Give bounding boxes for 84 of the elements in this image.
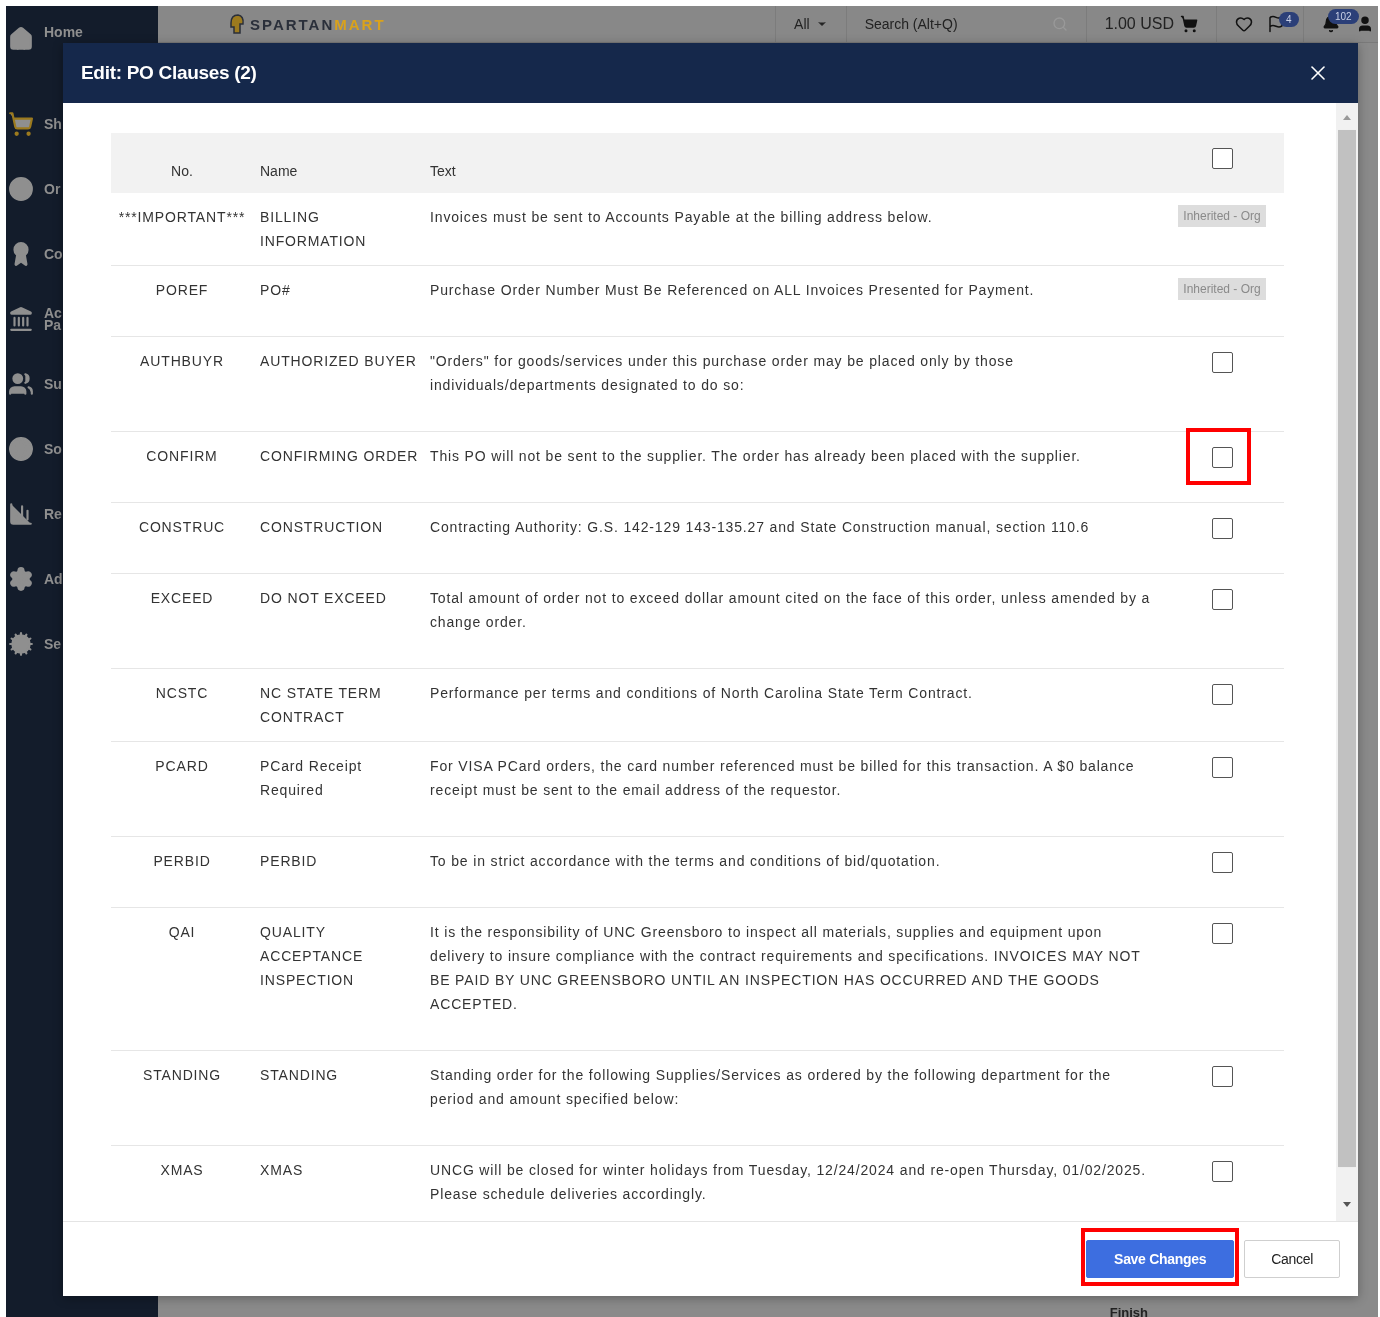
- clause-number: CONSTRUC: [138, 519, 226, 535]
- clause-number: NCSTC: [155, 685, 209, 701]
- sidebar-label[interactable]: Or: [44, 182, 61, 195]
- cart-total: 1.00 USD: [1104, 15, 1174, 33]
- clause-number: ***IMPORTANT***: [118, 209, 246, 225]
- bank-icon[interactable]: [8, 305, 34, 332]
- inherited-tag: Inherited - Org: [1178, 205, 1266, 227]
- inherited-tag: Inherited - Org: [1178, 278, 1266, 300]
- clause-number: PCARD: [155, 758, 209, 774]
- sidebar-label[interactable]: So: [44, 442, 62, 455]
- clause-number: XMAS: [160, 1162, 204, 1178]
- clause-checkbox[interactable]: [1211, 518, 1233, 539]
- home-icon[interactable]: [8, 26, 34, 52]
- clause-name: CONSTRUCTION: [260, 519, 383, 535]
- clause-text: Total amount of order not to exceed dollar amount cited on the face of this order, unless amended by a change order.: [430, 590, 1151, 630]
- clause-text: This PO will not be sent to the supplier. The order has already been placed with the supplier.: [430, 448, 1081, 464]
- select-all-checkbox[interactable]: [1211, 148, 1233, 169]
- sidebar-label[interactable]: Ac Pa: [44, 306, 62, 331]
- clause-checkbox[interactable]: [1211, 923, 1233, 944]
- clause-name: XMAS: [260, 1162, 304, 1178]
- clause-name: BILLING INFORMATION: [260, 209, 367, 249]
- step-label: Finish: [1109, 1307, 1148, 1317]
- sidebar-label[interactable]: Sh: [44, 117, 62, 130]
- cog-icon[interactable]: [8, 630, 34, 657]
- search-field[interactable]: Search (Alt+Q): [864, 16, 958, 32]
- save-button[interactable]: Save Changes: [1086, 1240, 1235, 1278]
- flag-icon[interactable]: [1267, 15, 1285, 33]
- clause-name: PERBID: [260, 853, 318, 869]
- clause-number: QAI: [168, 924, 196, 940]
- sidebar-label[interactable]: Se: [44, 637, 62, 650]
- clause-name: AUTHORIZED BUYER: [260, 353, 417, 369]
- clause-number: EXCEED: [150, 590, 214, 606]
- users-icon[interactable]: [8, 370, 34, 397]
- scrollbar[interactable]: [1336, 103, 1358, 1221]
- cart-icon[interactable]: [1180, 15, 1198, 33]
- clause-text: For VISA PCard orders, the card number referenced must be billed for this transaction. A $0 balance receipt must be sent to the email address of the requestor.: [430, 758, 1135, 798]
- clause-text: Standing order for the following Supplies/Services as ordered by the following department for the period and amount specified below:: [430, 1067, 1111, 1107]
- clause-number: POREF: [155, 282, 209, 298]
- clause-checkbox[interactable]: [1211, 447, 1233, 468]
- clause-text: Contracting Authority: G.S. 142-129 143-135.27 and State Construction manual, section 110.6: [430, 519, 1090, 535]
- clause-name: CONFIRMING ORDER: [260, 448, 419, 464]
- clause-name: PCard Receipt Required: [260, 758, 363, 798]
- sidebar-label[interactable]: Su: [44, 377, 62, 390]
- cancel-button[interactable]: Cancel: [1244, 1240, 1340, 1278]
- clause-text: "Orders" for goods/services under this purchase order may be placed only by those individuals/departments designated to do so:: [430, 353, 1014, 393]
- clause-checkbox[interactable]: [1211, 352, 1233, 373]
- clause-text: UNCG will be closed for winter holidays from Tuesday, 12/24/2024 and re-open Thursday, 01/02/2025. Please schedule deliveries accordingly.: [430, 1162, 1146, 1202]
- clause-text: Invoices must be sent to Accounts Payable at the billing address below.: [430, 209, 933, 225]
- clause-name: QUALITY ACCEPTANCE INSPECTION: [260, 924, 364, 988]
- user-icon[interactable]: [1356, 15, 1374, 33]
- sidebar-label[interactable]: Re: [44, 507, 62, 520]
- heart-icon[interactable]: [1235, 15, 1253, 33]
- notification-badge: 4: [1279, 12, 1299, 27]
- clause-number: AUTHBUYR: [140, 353, 224, 369]
- column-header: Name: [260, 163, 298, 179]
- clause-number: PERBID: [153, 853, 211, 869]
- clause-checkbox[interactable]: [1211, 589, 1233, 610]
- gear-icon[interactable]: [8, 565, 34, 592]
- sidebar-label[interactable]: Co: [44, 247, 63, 260]
- column-header: No.: [171, 163, 193, 179]
- clause-text: Performance per terms and conditions of North Carolina State Term Contract.: [430, 685, 973, 701]
- clause-checkbox[interactable]: [1211, 1066, 1233, 1087]
- clause-number: CONFIRM: [146, 448, 218, 464]
- clause-name: NC STATE TERM CONTRACT: [260, 685, 382, 725]
- clause-text: Purchase Order Number Must Be Referenced on ALL Invoices Presented for Payment.: [430, 282, 1035, 298]
- clause-checkbox[interactable]: [1211, 1161, 1233, 1182]
- clause-number: STANDING: [142, 1067, 222, 1083]
- clause-name: PO#: [260, 282, 291, 298]
- clause-checkbox[interactable]: [1211, 684, 1233, 705]
- cart-icon[interactable]: [8, 110, 34, 137]
- dialog-title: Edit: PO Clauses (2): [81, 62, 257, 84]
- column-header: Text: [430, 163, 456, 179]
- clause-checkbox[interactable]: [1211, 852, 1233, 873]
- helmet-icon: [228, 13, 246, 35]
- clause-name: DO NOT EXCEED: [260, 590, 387, 606]
- clause-text: To be in strict accordance with the terms and conditions of bid/quotation.: [430, 853, 941, 869]
- sidebar-label[interactable]: Ad: [44, 572, 63, 585]
- clause-name: STANDING: [260, 1067, 339, 1083]
- logo-text: SPARTANMART: [250, 15, 386, 33]
- sidebar-label[interactable]: Home: [44, 26, 83, 38]
- clause-text: It is the responsibility of UNC Greensboro to inspect all materials, supplies and equipment upon delivery to insure compliance with the contract requirements and specifications. INVOICES MAY NOT BE PAID BY UNC GREENSBORO UNTIL AN INSPECTION HAS OCCURRED AND THE GOODS ACCEPTED.: [430, 924, 1141, 1012]
- notification-badge: 102: [1328, 9, 1359, 24]
- clause-checkbox[interactable]: [1211, 757, 1233, 778]
- scope-dropdown[interactable]: All: [794, 16, 810, 32]
